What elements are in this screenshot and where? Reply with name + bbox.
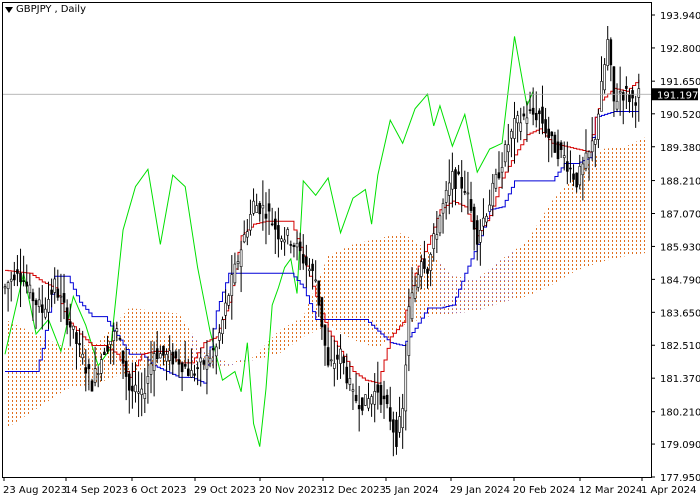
price-label: 177.950 bbox=[660, 473, 700, 484]
svg-text:191.197: 191.197 bbox=[657, 90, 698, 101]
date-label: 1 Apr 2024 bbox=[641, 485, 696, 496]
current-price-tag: 191.197 bbox=[652, 88, 698, 101]
price-label: 179.090 bbox=[660, 440, 700, 451]
price-label: 180.210 bbox=[660, 408, 700, 419]
price-label: 181.370 bbox=[660, 374, 700, 385]
date-label: 29 Jan 2024 bbox=[450, 485, 510, 496]
date-label: 12 Mar 2024 bbox=[579, 485, 642, 496]
price-axis[interactable]: 193.940 192.800 191.650 190.520 189.380 188.2… bbox=[651, 11, 700, 484]
time-axis[interactable]: 23 Aug 202314 Sep 2023 6 Oct 2023 29 Oct 2… bbox=[3, 477, 696, 496]
dropdown-triangle-icon[interactable] bbox=[5, 6, 13, 13]
price-label: 193.940 bbox=[660, 11, 700, 22]
price-label: 190.520 bbox=[660, 110, 700, 121]
price-label: 185.930 bbox=[660, 242, 700, 253]
date-label: 20 Feb 2024 bbox=[513, 485, 575, 496]
price-label: 184.790 bbox=[660, 275, 700, 286]
price-label: 191.650 bbox=[660, 77, 700, 88]
date-label: 29 Oct 2023 bbox=[194, 485, 256, 496]
symbol-label[interactable]: GBPJPY, Daily bbox=[5, 4, 86, 15]
date-label: 6 Oct 2023 bbox=[131, 485, 186, 496]
price-label: 192.800 bbox=[660, 44, 700, 55]
title-separator: , bbox=[54, 4, 58, 15]
date-label: 23 Aug 2023 bbox=[3, 485, 67, 496]
price-label: 182.510 bbox=[660, 341, 700, 352]
date-label: 5 Jan 2024 bbox=[385, 485, 439, 496]
symbol-name: GBPJPY bbox=[16, 4, 52, 15]
plot-frame bbox=[2, 2, 652, 478]
timeframe-name: Daily bbox=[60, 4, 87, 15]
chart-window[interactable]: 193.940 192.800 191.650 190.520 189.380 188.2… bbox=[0, 0, 700, 500]
date-label: 20 Nov 2023 bbox=[259, 485, 323, 496]
price-label: 183.650 bbox=[660, 308, 700, 319]
price-label: 188.210 bbox=[660, 177, 700, 188]
price-label: 189.380 bbox=[660, 143, 700, 154]
date-label: 12 Dec 2023 bbox=[322, 485, 386, 496]
date-label: 14 Sep 2023 bbox=[65, 485, 128, 496]
price-label: 187.070 bbox=[660, 209, 700, 220]
